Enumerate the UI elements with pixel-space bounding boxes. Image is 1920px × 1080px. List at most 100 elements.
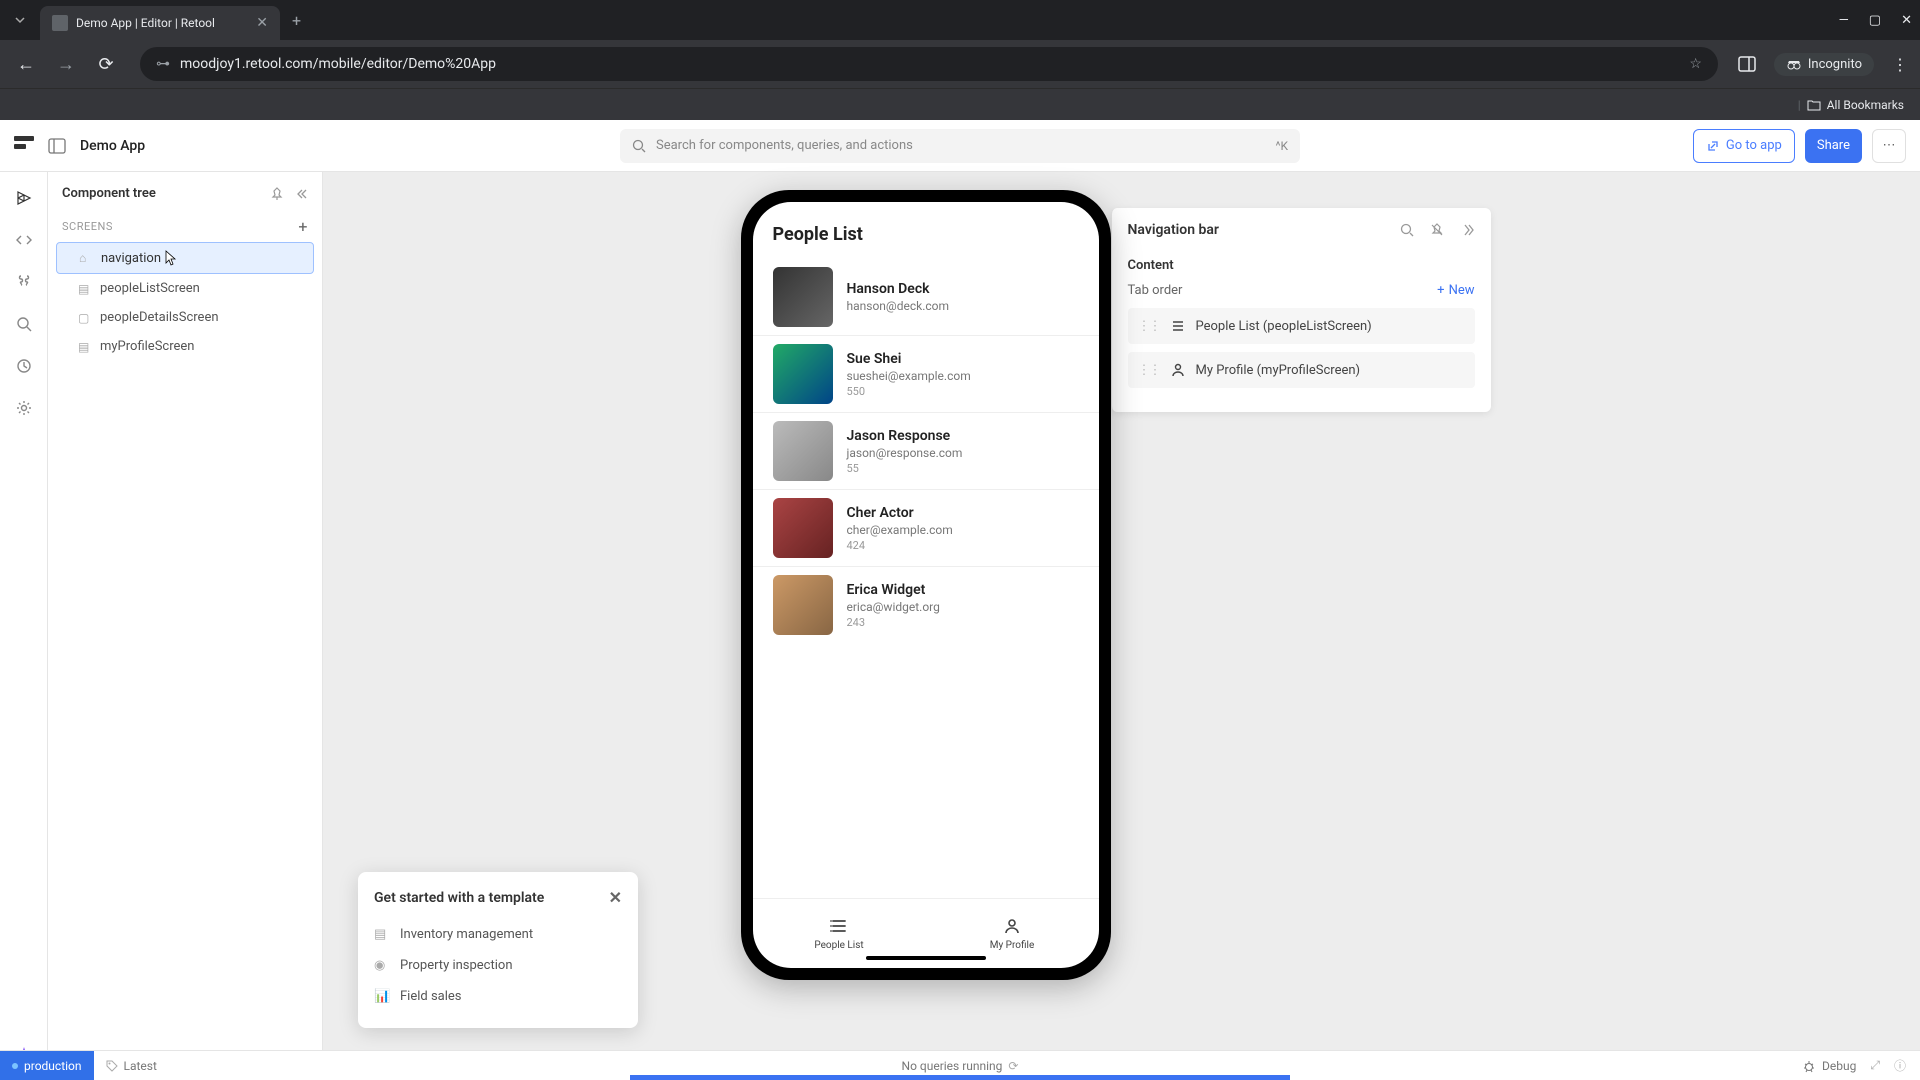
person-name: Sue Shei: [847, 351, 971, 367]
settings-icon[interactable]: [14, 398, 34, 418]
side-panel-icon[interactable]: [1738, 55, 1756, 73]
browser-tab-strip: Demo App | Editor | Retool ✕ + — ▢ ✕: [0, 0, 1920, 40]
template-icon: 📊: [374, 989, 390, 1004]
new-tab-order-button[interactable]: + New: [1437, 283, 1474, 298]
sidebar-title: Component tree: [62, 186, 156, 201]
inspector-search-icon[interactable]: [1399, 222, 1415, 238]
avatar: [773, 267, 833, 327]
screen-title: People List: [753, 202, 1099, 259]
app-container: Demo App Search for components, queries,…: [0, 120, 1920, 1080]
drag-handle-icon[interactable]: ⋮⋮: [1138, 319, 1160, 334]
footer-info-icon[interactable]: ⓘ: [1894, 1057, 1906, 1074]
footer-expand-icon[interactable]: ⤢: [1870, 1058, 1880, 1073]
home-indicator: [866, 956, 986, 960]
environment-badge[interactable]: production: [0, 1051, 94, 1080]
item-icon: [1170, 318, 1186, 334]
tab-favicon: [52, 15, 68, 31]
template-option[interactable]: 📊Field sales: [374, 981, 622, 1012]
version-selector[interactable]: Latest: [94, 1059, 169, 1073]
more-menu-button[interactable]: ⋯: [1872, 129, 1906, 163]
expand-inspector-icon[interactable]: [1459, 222, 1475, 238]
person-row[interactable]: Cher Actor cher@example.com 424: [753, 489, 1099, 566]
screen-item-navigation[interactable]: ⌂navigation: [56, 242, 314, 274]
person-icon: [1002, 916, 1022, 936]
tab-order-item[interactable]: ⋮⋮People List (peopleListScreen): [1128, 308, 1475, 344]
omnibox-search[interactable]: Search for components, queries, and acti…: [620, 129, 1300, 163]
screen-item-myProfileScreen[interactable]: ▤myProfileScreen: [56, 332, 314, 361]
browser-menu-icon[interactable]: ⋮: [1892, 55, 1908, 74]
screens-section-label: SCREENS: [62, 220, 113, 233]
screen-item-peopleDetailsScreen[interactable]: ▢peopleDetailsScreen: [56, 303, 314, 332]
share-button[interactable]: Share: [1805, 129, 1862, 163]
phone-screen: People List Hanson Deck hanson@deck.com …: [753, 202, 1099, 968]
avatar: [773, 498, 833, 558]
person-row[interactable]: Sue Shei sueshei@example.com 550: [753, 335, 1099, 412]
bookmarks-bar: | All Bookmarks: [0, 88, 1920, 120]
inspector-title: Navigation bar: [1128, 222, 1219, 238]
search-shortcut: ^K: [1275, 139, 1288, 153]
tab-order-label: Tab order: [1128, 283, 1183, 298]
pin-icon[interactable]: [270, 187, 284, 201]
refresh-icon[interactable]: ⟳: [1008, 1059, 1018, 1073]
tab-order-item[interactable]: ⋮⋮My Profile (myProfileScreen): [1128, 352, 1475, 388]
code-icon[interactable]: [14, 230, 34, 250]
incognito-label: Incognito: [1808, 57, 1862, 72]
url-text: moodjoy1.retool.com/mobile/editor/Demo%2…: [180, 56, 496, 72]
go-to-app-button[interactable]: Go to app: [1693, 129, 1795, 163]
person-name: Hanson Deck: [847, 281, 950, 297]
close-window-icon[interactable]: ✕: [1901, 13, 1912, 28]
address-bar[interactable]: ⊶ moodjoy1.retool.com/mobile/editor/Demo…: [140, 47, 1718, 81]
add-screen-button[interactable]: +: [298, 217, 308, 236]
bookmark-star-icon[interactable]: ☆: [1689, 56, 1702, 72]
debug-button[interactable]: Debug: [1802, 1059, 1856, 1073]
avatar: [773, 344, 833, 404]
tag-icon: [106, 1060, 118, 1072]
person-number: 424: [847, 539, 953, 552]
forward-button[interactable]: →: [52, 54, 80, 75]
screen-item-peopleListScreen[interactable]: ▤peopleListScreen: [56, 274, 314, 303]
tab-list-dropdown[interactable]: [8, 8, 32, 32]
new-tab-button[interactable]: +: [292, 11, 301, 30]
template-icon: ▤: [374, 927, 390, 942]
person-row[interactable]: Hanson Deck hanson@deck.com: [753, 259, 1099, 335]
search-rail-icon[interactable]: [14, 314, 34, 334]
person-row[interactable]: Erica Widget erica@widget.org 243: [753, 566, 1099, 643]
state-icon[interactable]: [14, 272, 34, 292]
drag-handle-icon[interactable]: ⋮⋮: [1138, 363, 1160, 378]
all-bookmarks-link[interactable]: All Bookmarks: [1827, 98, 1904, 112]
template-icon: ◉: [374, 958, 390, 973]
template-popup-title: Get started with a template: [374, 890, 544, 906]
retool-logo[interactable]: [14, 136, 34, 156]
site-info-icon[interactable]: ⊶: [156, 56, 170, 72]
env-dot-icon: [12, 1063, 18, 1069]
component-tree-sidebar: Component tree SCREENS + ⌂navigation▤peo…: [48, 172, 323, 1080]
template-option[interactable]: ◉Property inspection: [374, 950, 622, 981]
app-header: Demo App Search for components, queries,…: [0, 120, 1920, 172]
tab-title: Demo App | Editor | Retool: [76, 16, 215, 30]
component-tree-icon[interactable]: [14, 188, 34, 208]
list-icon: [829, 916, 849, 936]
template-popup: Get started with a template ✕ ▤Inventory…: [358, 872, 638, 1028]
person-name: Erica Widget: [847, 582, 940, 598]
progress-bar: [630, 1075, 1290, 1080]
history-icon[interactable]: [14, 356, 34, 376]
browser-tab[interactable]: Demo App | Editor | Retool ✕: [40, 6, 280, 40]
person-email: cher@example.com: [847, 523, 953, 537]
template-option[interactable]: ▤Inventory management: [374, 919, 622, 950]
maximize-window-icon[interactable]: ▢: [1869, 13, 1881, 28]
search-placeholder: Search for components, queries, and acti…: [656, 138, 913, 153]
person-number: 550: [847, 385, 971, 398]
minimize-window-icon[interactable]: —: [1839, 13, 1849, 28]
toggle-left-panel-icon[interactable]: [48, 137, 66, 155]
person-name: Cher Actor: [847, 505, 953, 521]
footer-bar: production Latest No queries running ⟳ D…: [0, 1050, 1920, 1080]
close-tab-icon[interactable]: ✕: [256, 15, 268, 31]
unpin-icon[interactable]: [1429, 222, 1445, 238]
back-button[interactable]: ←: [12, 54, 40, 75]
reload-button[interactable]: ⟳: [92, 54, 120, 75]
app-body: Component tree SCREENS + ⌂navigation▤peo…: [0, 172, 1920, 1080]
person-row[interactable]: Jason Response jason@response.com 55: [753, 412, 1099, 489]
collapse-sidebar-icon[interactable]: [294, 187, 308, 201]
close-icon[interactable]: ✕: [609, 888, 622, 907]
queries-status: No queries running: [902, 1059, 1003, 1073]
